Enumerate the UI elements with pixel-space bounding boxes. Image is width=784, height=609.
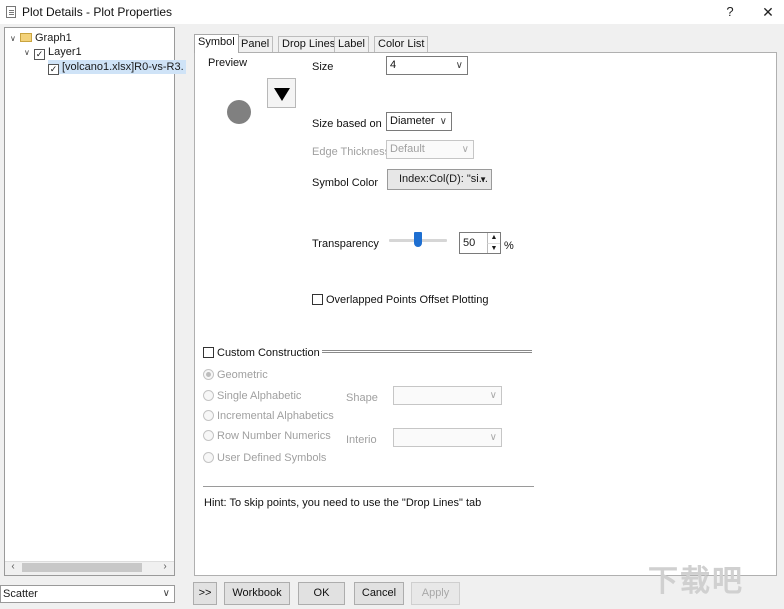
- close-button[interactable]: ✕: [756, 2, 780, 22]
- shape-label: Shape: [346, 392, 378, 404]
- spin-up-icon[interactable]: ▲: [487, 233, 500, 243]
- hint-text: Hint: To skip points, you need to use th…: [204, 497, 482, 509]
- tree-item-graph[interactable]: ∨ Graph1: [10, 31, 72, 45]
- tab-symbol[interactable]: Symbol: [194, 34, 239, 53]
- folder-icon: [20, 33, 32, 42]
- triangle-down-icon: [274, 88, 290, 101]
- scroll-right-icon[interactable]: ›: [158, 560, 172, 574]
- tab-color-list[interactable]: Color List: [374, 36, 429, 52]
- section-divider: [322, 350, 532, 353]
- radio-row-number-numerics: [203, 430, 214, 441]
- radio-user-defined-symbols: [203, 452, 214, 463]
- radio-incremental-alphabetics: [203, 410, 214, 421]
- transparency-spinner[interactable]: 50 ▲ ▼: [459, 232, 501, 254]
- dropdown-arrow-icon: ▼: [479, 175, 487, 184]
- plot-checkbox[interactable]: ✓: [48, 64, 59, 75]
- size-label: Size: [312, 61, 334, 73]
- edge-thickness-value: Default: [390, 143, 425, 155]
- tab-label[interactable]: Label: [334, 36, 369, 52]
- size-value: 4: [390, 59, 397, 71]
- overlapped-checkbox[interactable]: [312, 294, 323, 305]
- shape-select: ∨: [393, 386, 502, 405]
- window-title: Plot Details - Plot Properties: [22, 5, 173, 19]
- radio-geometric: [203, 369, 214, 380]
- tree-item-graph-label: Graph1: [35, 32, 72, 44]
- watermark-logo: 下载吧: [648, 565, 744, 598]
- tree-item-plot[interactable]: ✓ [volcano1.xlsx]R0-vs-R3.: [48, 60, 186, 75]
- tree-item-layer-label: Layer1: [48, 46, 82, 58]
- size-based-on-label: Size based on: [312, 118, 382, 130]
- transparency-label: Transparency: [312, 238, 379, 250]
- chevron-down-icon: ∨: [455, 60, 463, 71]
- edge-thickness-select: Default ∨: [386, 140, 474, 159]
- workbook-button[interactable]: Workbook: [224, 582, 290, 605]
- size-based-on-value: Diameter: [390, 115, 435, 127]
- chevron-down-icon: ∨: [489, 432, 497, 443]
- plot-type-select[interactable]: Scatter ∨: [0, 585, 175, 603]
- radio-single-alphabetic-label: Single Alphabetic: [217, 390, 302, 402]
- symbol-color-value: Index:Col(D): "si...: [399, 173, 488, 185]
- hint-divider: [203, 486, 534, 487]
- custom-construction-checkbox[interactable]: [203, 347, 214, 358]
- radio-row-number-numerics-label: Row Number Numerics: [217, 430, 331, 442]
- transparency-value: 50: [463, 237, 476, 249]
- chevron-down-icon: ∨: [489, 390, 497, 401]
- percent-label: %: [504, 240, 514, 252]
- radio-single-alphabetic: [203, 390, 214, 401]
- edge-thickness-label: Edge Thickness: [312, 146, 391, 158]
- ok-button[interactable]: OK: [298, 582, 345, 605]
- scrollbar-thumb[interactable]: [22, 563, 142, 572]
- preview-label: Preview: [208, 57, 248, 69]
- interior-select: ∨: [393, 428, 502, 447]
- chevron-down-icon: ∨: [439, 116, 447, 127]
- interior-label: Interio: [346, 434, 377, 446]
- symbol-shape-button[interactable]: [267, 78, 296, 108]
- chevron-down-icon[interactable]: ∨: [24, 46, 34, 60]
- plot-type-value: Scatter: [3, 588, 38, 600]
- toggle-tree-button[interactable]: >>: [193, 582, 217, 605]
- tab-drop-lines[interactable]: Drop Lines: [278, 36, 340, 52]
- app-icon: [6, 6, 16, 18]
- size-based-on-select[interactable]: Diameter ∨: [386, 112, 452, 131]
- spin-down-icon[interactable]: ▼: [487, 243, 500, 253]
- overlapped-label: Overlapped Points Offset Plotting: [326, 294, 489, 306]
- scroll-left-icon[interactable]: ‹: [6, 560, 20, 574]
- radio-geometric-label: Geometric: [217, 369, 268, 381]
- symbol-color-label: Symbol Color: [312, 177, 379, 189]
- transparency-slider-thumb[interactable]: [414, 232, 422, 247]
- size-select[interactable]: 4 ∨: [386, 56, 468, 75]
- plot-tree: ∨ Graph1 ∨ ✓ Layer1 ✓ [volcano1.xlsx]R0-vs-R…: [4, 27, 186, 576]
- help-button[interactable]: ?: [720, 2, 740, 22]
- apply-button[interactable]: Apply: [411, 582, 460, 605]
- cancel-button[interactable]: Cancel: [354, 582, 404, 605]
- chevron-down-icon[interactable]: ∨: [10, 32, 20, 46]
- chevron-down-icon: ∨: [461, 144, 469, 155]
- tree-item-layer[interactable]: ∨ ✓ Layer1: [24, 45, 82, 60]
- radio-incremental-alphabetics-label: Incremental Alphabetics: [217, 410, 334, 422]
- radio-user-defined-symbols-label: User Defined Symbols: [217, 452, 327, 464]
- symbol-preview-circle: [227, 100, 251, 124]
- layer-checkbox[interactable]: ✓: [34, 49, 45, 60]
- custom-construction-label: Custom Construction: [217, 347, 320, 359]
- symbol-color-button[interactable]: Index:Col(D): "si... ▼: [387, 169, 492, 190]
- tab-panel[interactable]: Panel: [237, 36, 274, 52]
- chevron-down-icon: ∨: [162, 588, 170, 599]
- tree-item-plot-label: [volcano1.xlsx]R0-vs-R3.: [62, 61, 184, 73]
